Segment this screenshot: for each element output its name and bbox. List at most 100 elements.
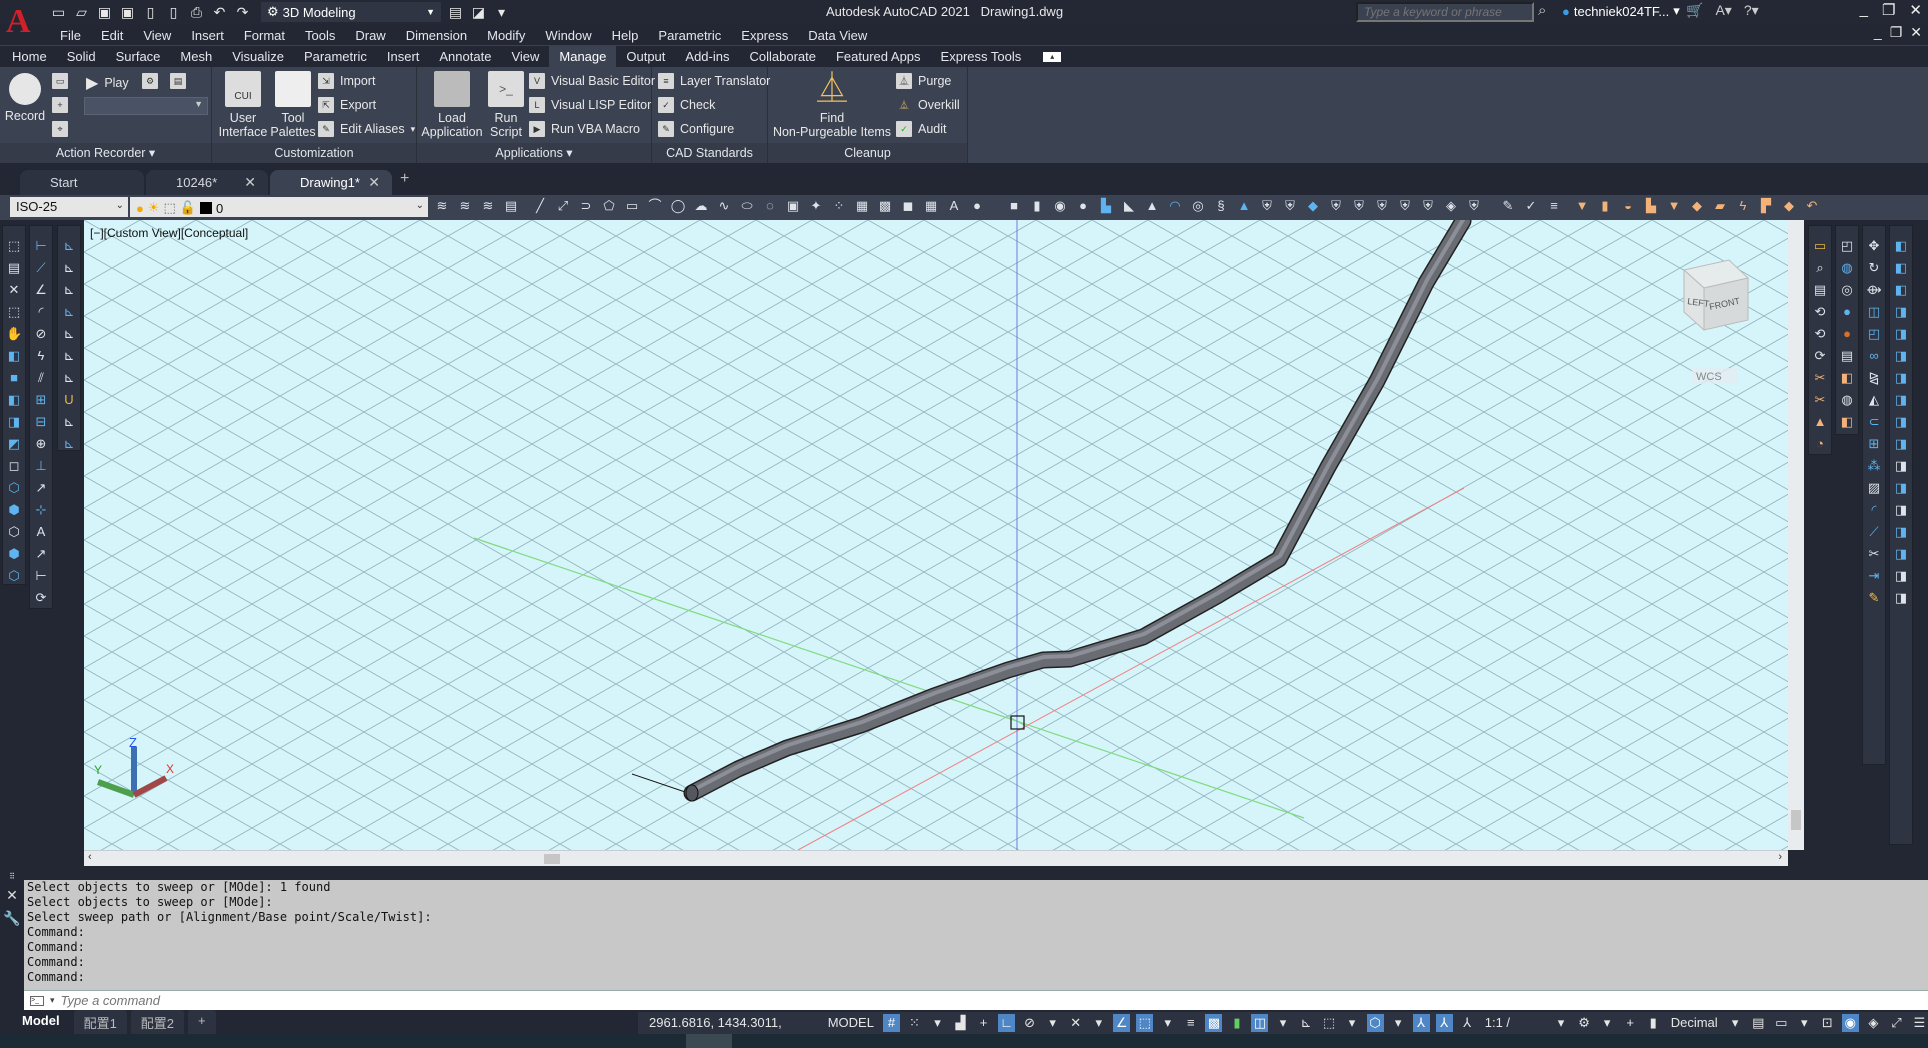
mirror-icon[interactable]: ⧎ [1866,370,1882,386]
dim-edit-icon[interactable]: A [33,524,49,540]
extract-icon[interactable]: ▲ [1812,414,1828,430]
chevron-down-icon[interactable]: ▾ [929,1014,946,1032]
ucs-apply-icon[interactable]: U [61,392,77,408]
trim-icon[interactable]: ✂ [1866,546,1882,562]
layer-iso-icon[interactable]: ≋ [480,198,496,214]
scroll-thumb[interactable] [1791,810,1801,830]
ortho-icon[interactable]: ∟ [998,1014,1016,1032]
3d-object-snap-icon[interactable]: ◫ [1251,1014,1269,1032]
tab-surface[interactable]: Surface [106,46,171,68]
fillet-edge-icon[interactable]: ◆ [1689,198,1705,214]
tab-insert[interactable]: Insert [377,46,430,68]
section-icon[interactable]: ◔ [1812,436,1828,452]
check-button[interactable]: ✓ Check [658,97,715,113]
leader-icon[interactable]: ↗ [33,480,49,496]
subtract-icon[interactable]: ◧ [1893,260,1909,276]
menu-parametric[interactable]: Parametric [648,28,731,43]
ucs-icon[interactable]: ⊾ [61,260,77,276]
base-point-icon[interactable]: ⌖ [52,121,68,137]
ucs-face-icon[interactable]: ⊾ [61,304,77,320]
nw-iso-icon[interactable]: ⬢ [6,546,22,562]
customize-qat-icon[interactable]: ▾ [493,4,510,21]
workspace-switcher[interactable]: ⚙ 3D Modeling ▼ [261,2,441,22]
visual-style-icon[interactable]: ◍ [1839,260,1855,276]
menu-help[interactable]: Help [602,28,649,43]
annotation-monitor-icon[interactable]: + [1622,1014,1639,1032]
region-icon[interactable]: ◼ [900,198,916,214]
offset-faces-icon[interactable]: ⛨ [1420,198,1436,214]
tab-express-tools[interactable]: Express Tools [931,46,1032,68]
open-icon[interactable]: ▱ [73,4,90,21]
cut-icon[interactable]: ✂ [1812,370,1828,386]
tolerance-icon[interactable]: ⊕ [33,436,49,452]
selection-filter-icon[interactable]: ⬚ [1321,1014,1338,1032]
load-application-button[interactable]: Load Application [421,71,483,139]
extend-icon[interactable]: ⇥ [1866,568,1882,584]
run-script-button[interactable]: >_ Run Script [483,71,529,139]
menu-view[interactable]: View [133,28,181,43]
lock-ui-icon[interactable]: ▭ [1773,1014,1790,1032]
intersect-icon[interactable]: ⛨ [1351,198,1367,214]
isodraft-icon[interactable]: ✕ [1067,1014,1084,1032]
visual-basic-editor-button[interactable]: V Visual Basic Editor [529,73,655,89]
array-icon[interactable]: ⊞ [1866,436,1882,452]
make-block-icon[interactable]: ✦ [808,198,824,214]
tab-solid[interactable]: Solid [57,46,106,68]
chevron-down-icon[interactable]: ▾ [1159,1014,1176,1032]
menu-file[interactable]: File [50,28,91,43]
color-faces-icon[interactable]: ◨ [1893,458,1909,474]
aligned-dim-icon[interactable]: ⟋ [33,260,49,276]
menu-data-view[interactable]: Data View [798,28,877,43]
baseline-dim-icon[interactable]: ⊟ [33,414,49,430]
slice-icon[interactable]: ◆ [1305,198,1321,214]
move-icon[interactable]: ✥ [1866,238,1882,254]
offset-icon[interactable]: ⊂ [1866,414,1882,430]
command-input[interactable] [60,993,461,1008]
panel-title[interactable]: Action Recorder ▾ [0,143,211,163]
record-button[interactable]: Record [4,109,46,123]
dynamic-input-icon[interactable]: + [975,1014,992,1032]
save-as-icon[interactable]: ▣ [119,4,136,21]
ucs-previous-icon[interactable]: ⊾ [61,414,77,430]
close-tab-icon[interactable]: ✕ [368,174,380,191]
menu-window[interactable]: Window [535,28,601,43]
shaded-sphere-icon[interactable]: ● [1839,304,1855,320]
macro-select[interactable]: ▼ [84,97,208,115]
user-interface-button[interactable]: CUI User Interface [218,71,268,139]
annotation-visibility-icon[interactable]: ⅄ [1412,1014,1430,1032]
plot-icon[interactable]: ⎙ [188,4,205,21]
delete-faces-icon[interactable]: ◨ [1893,370,1909,386]
realistic-icon[interactable]: ◎ [1839,282,1855,298]
locate-point-icon[interactable]: ⌕ [1812,260,1828,276]
fillet-icon[interactable]: ◜ [1866,502,1882,518]
line-icon[interactable]: ╱ [532,198,548,214]
subtract-icon[interactable]: ⛨ [1282,198,1298,214]
erase-icon[interactable]: ✎ [1866,590,1882,606]
menu-express[interactable]: Express [731,28,798,43]
doc-restore-icon[interactable]: ❐ [1890,24,1903,41]
move-faces-icon[interactable]: ⛨ [1397,198,1413,214]
free-orbit-icon[interactable]: ⟲ [1812,326,1828,342]
request-input-icon[interactable]: + [52,97,68,113]
tab-annotate[interactable]: Annotate [429,46,501,68]
polysolid-icon[interactable]: ▙ [1098,198,1114,214]
copy-faces-icon[interactable]: ◨ [1893,436,1909,452]
units-icon[interactable]: ▮ [1645,1014,1662,1032]
ne-iso-icon[interactable]: ⬡ [6,524,22,540]
torus-icon[interactable]: ◉ [1052,198,1068,214]
shell-icon[interactable]: ▙ [1643,198,1659,214]
tab-view[interactable]: View [501,46,549,68]
menu-edit[interactable]: Edit [91,28,133,43]
annotation-scale-icon[interactable]: ⅄ [1459,1014,1476,1032]
undo-edit-icon[interactable]: ↶ [1804,198,1820,214]
grid-icon[interactable]: # [882,1014,900,1032]
helix-icon[interactable]: § [1213,198,1229,214]
revcloud-icon[interactable]: ☁ [693,198,709,214]
polyline-icon[interactable]: ⊃ [578,198,594,214]
convert-icon[interactable]: ◆ [1781,198,1797,214]
tab-add-ins[interactable]: Add-ins [675,46,739,68]
wedge-icon[interactable]: ◣ [1121,198,1137,214]
left-view-icon[interactable]: ◧ [6,392,22,408]
redo-icon[interactable]: ↷ [234,4,251,21]
chevron-down-icon[interactable]: ▾ [1274,1014,1291,1032]
